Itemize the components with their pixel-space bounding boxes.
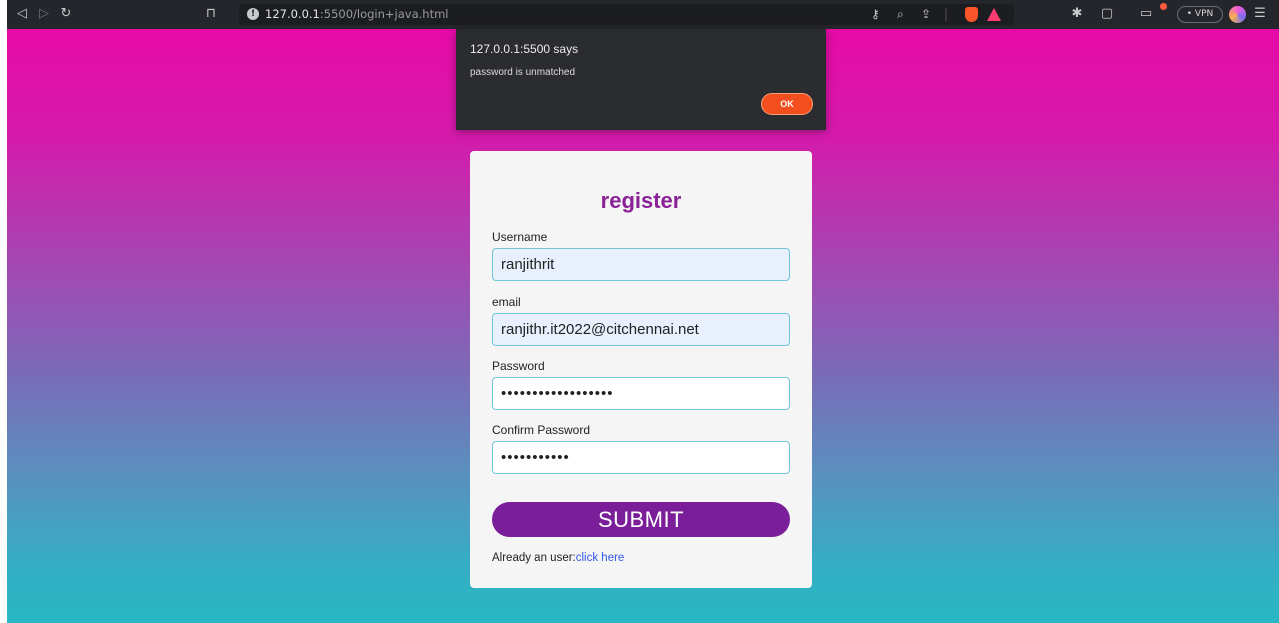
username-input[interactable]	[492, 248, 790, 281]
password-input[interactable]	[492, 377, 790, 410]
sidebar-icon[interactable]: ▢	[1099, 5, 1115, 23]
extensions-icon[interactable]: ✱	[1069, 5, 1085, 23]
register-card: register Username email Password Confirm…	[470, 151, 812, 588]
brave-rewards-icon[interactable]	[987, 8, 1001, 21]
bookmark-icon[interactable]: ⊓	[204, 5, 218, 23]
url-text: 127.0.0.1:5500/login+java.html	[265, 7, 449, 21]
confirm-password-input[interactable]	[492, 441, 790, 474]
share-icon[interactable]: ⇪	[921, 6, 931, 23]
site-info-icon[interactable]: !	[247, 8, 259, 20]
vpn-button[interactable]: • VPN	[1177, 6, 1223, 23]
alert-title: 127.0.0.1:5500 says	[470, 42, 579, 56]
username-label: Username	[492, 230, 548, 244]
email-input[interactable]	[492, 313, 790, 346]
login-prompt-text: Already an user:	[492, 552, 576, 564]
alert-dialog: 127.0.0.1:5500 says password is unmatche…	[456, 29, 826, 130]
divider: |	[944, 7, 949, 21]
reload-icon[interactable]: ↻	[59, 5, 73, 23]
page-title: register	[600, 188, 682, 213]
key-icon[interactable]: ⚷	[871, 6, 880, 23]
submit-button[interactable]: SUBMIT	[492, 502, 790, 537]
alert-ok-button[interactable]: OK	[761, 93, 813, 115]
password-label: Password	[492, 359, 545, 373]
vpn-label: • VPN	[1186, 9, 1214, 19]
profile-avatar[interactable]	[1229, 6, 1246, 23]
email-label: email	[492, 295, 521, 309]
zoom-icon[interactable]: ⌕	[897, 6, 904, 23]
notification-badge	[1160, 3, 1167, 10]
brave-shields-icon[interactable]	[965, 7, 978, 22]
alert-message: password is unmatched	[470, 67, 576, 78]
wallet-icon[interactable]: ▭	[1137, 5, 1155, 23]
back-icon[interactable]: ◁	[15, 5, 29, 23]
browser-toolbar: ◁ ▷ ↻ ⊓ ! 127.0.0.1:5500/login+java.html…	[7, 0, 1279, 29]
address-bar[interactable]: ! 127.0.0.1:5500/login+java.html ⚷ ⌕ ⇪ |	[239, 4, 1014, 25]
login-prompt: Already an user:click here	[492, 552, 624, 564]
menu-icon[interactable]: ☰	[1253, 5, 1267, 23]
confirm-password-label: Confirm Password	[492, 423, 591, 437]
forward-icon[interactable]: ▷	[37, 5, 51, 23]
login-link[interactable]: click here	[576, 552, 625, 564]
